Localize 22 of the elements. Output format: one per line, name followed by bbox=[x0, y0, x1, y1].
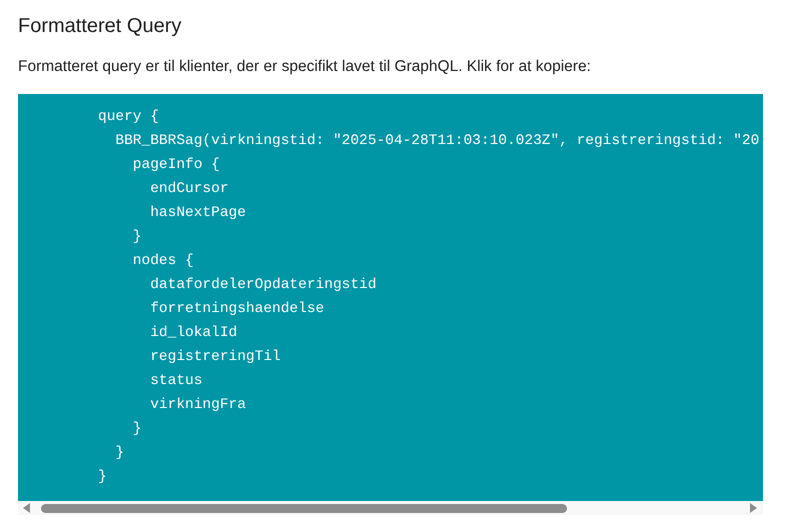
code-line: registreringTil bbox=[149, 348, 281, 368]
scroll-left-icon[interactable] bbox=[23, 503, 31, 514]
scrollbar-thumb[interactable] bbox=[41, 504, 567, 513]
code-line: } bbox=[132, 420, 142, 440]
section-heading: Formatteret Query bbox=[18, 14, 182, 38]
horizontal-scrollbar[interactable] bbox=[18, 501, 763, 516]
code-line: } bbox=[98, 468, 107, 488]
code-line: } bbox=[114, 444, 124, 464]
code-line: status bbox=[149, 372, 202, 392]
code-line: datafordelerOpdateringstid bbox=[149, 276, 376, 296]
code-line: nodes { bbox=[132, 252, 194, 272]
code-line: endCursor bbox=[149, 180, 229, 200]
description-text: Formatteret query er til klienter, der er specifikt lavet til GraphQL. Klik for at kopiere: bbox=[18, 57, 592, 77]
code-line: pageInfo { bbox=[132, 156, 220, 176]
code-line: } bbox=[132, 228, 142, 248]
code-line: query { bbox=[98, 108, 159, 128]
code-line: id_lokalId bbox=[149, 324, 238, 344]
code-line: BBR_BBRSag(virkningstid: "2025-04-28T11:03:10.023Z", registreringstid: "20 bbox=[114, 132, 760, 152]
scroll-right-icon[interactable] bbox=[749, 503, 757, 514]
code-line: forretningshaendelse bbox=[149, 300, 324, 320]
code-line: hasNextPage bbox=[149, 204, 246, 224]
code-line: virkningFra bbox=[149, 396, 246, 416]
